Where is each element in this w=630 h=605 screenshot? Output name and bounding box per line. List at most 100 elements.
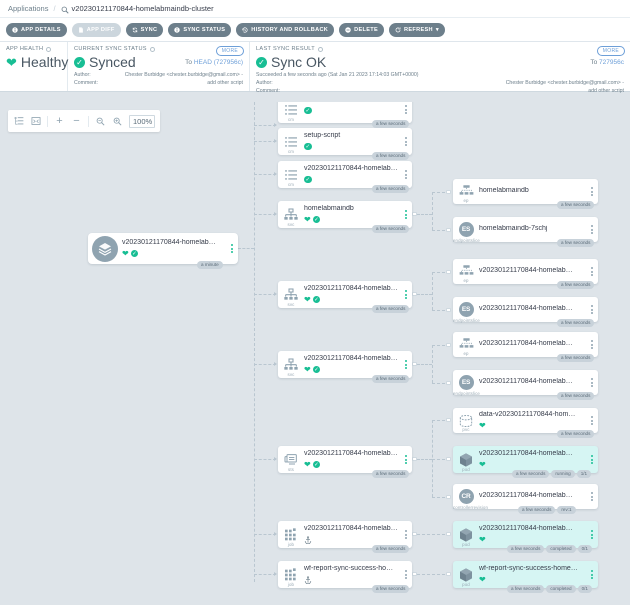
node-menu-button[interactable] bbox=[400, 105, 412, 114]
tree-node-application-root[interactable]: v20230121170844-homelab… ❤ ✓ bbox=[88, 233, 238, 264]
node-menu-button[interactable] bbox=[586, 492, 598, 501]
node-menu-button[interactable] bbox=[586, 340, 598, 349]
tree-node-cm1[interactable]: cm setup-script ✓ bbox=[278, 128, 412, 155]
edge-collapse-stub[interactable] bbox=[446, 457, 451, 461]
edge-collapse-stub[interactable] bbox=[446, 228, 451, 232]
check-circle-icon: ✓ bbox=[304, 175, 312, 184]
node-menu-button[interactable] bbox=[586, 455, 598, 464]
node-menu-button[interactable] bbox=[586, 305, 598, 314]
delete-label: DELETE bbox=[354, 26, 379, 33]
resource-tree-canvas[interactable]: + − 100% v20230121170844-homelab… ❤ ✓ a … bbox=[0, 102, 630, 605]
node-title: wf-report-sync-success-home… bbox=[304, 564, 398, 572]
edge-collapse-stub[interactable] bbox=[446, 418, 451, 422]
last-sync-more-button[interactable]: MORE bbox=[596, 46, 625, 56]
node-title: homelabmaindb-7schj bbox=[479, 225, 548, 233]
node-icon-wrap: ep bbox=[453, 179, 479, 204]
node-badges: a few seconds bbox=[557, 239, 595, 247]
node-menu-button[interactable] bbox=[586, 570, 598, 579]
node-icon-wrap: cm bbox=[278, 102, 304, 123]
edge-branch bbox=[432, 272, 433, 310]
node-menu-button[interactable] bbox=[586, 267, 598, 276]
node-menu-button[interactable] bbox=[586, 530, 598, 539]
magnifier-icon bbox=[61, 6, 69, 14]
edge-collapse-stub[interactable] bbox=[412, 362, 417, 366]
node-icon-wrap: ES endpointslice bbox=[453, 370, 480, 396]
node-menu-button[interactable] bbox=[226, 244, 238, 253]
sync-icon bbox=[132, 27, 138, 33]
refresh-icon bbox=[395, 26, 401, 33]
history-and-rollback-button[interactable]: HISTORY AND ROLLBACK bbox=[236, 22, 335, 37]
info-icon[interactable] bbox=[149, 46, 155, 52]
node-menu-button[interactable] bbox=[400, 290, 412, 299]
edge-collapse-stub[interactable] bbox=[446, 343, 451, 347]
tree-layout-icon[interactable] bbox=[13, 116, 24, 127]
tree-node-sts0[interactable]: sts v20230121170844-homelab… ❤ ✓ bbox=[278, 446, 412, 473]
tree-node-pod0[interactable]: pod v20230121170844-homelab… ❤ bbox=[453, 446, 598, 473]
edge-collapse-stub[interactable] bbox=[446, 190, 451, 194]
info-icon[interactable] bbox=[318, 46, 323, 52]
node-kind-label: sts bbox=[288, 467, 294, 472]
zoom-in-icon[interactable] bbox=[112, 116, 123, 127]
current-sync-revision-link[interactable]: HEAD (727956c) bbox=[194, 59, 243, 66]
app-diff-label: APP DIFF bbox=[86, 26, 115, 33]
delete-button[interactable]: DELETE bbox=[339, 22, 385, 37]
tree-node-pod1[interactable]: pod v20230121170844-homelab… ❤ bbox=[453, 521, 598, 548]
node-menu-button[interactable] bbox=[586, 378, 598, 387]
app-details-button[interactable]: APP DETAILS bbox=[6, 22, 67, 37]
node-menu-button[interactable] bbox=[400, 137, 412, 146]
tree-node-svc0[interactable]: svc homelabmaindb ❤ ✓ bbox=[278, 201, 412, 228]
zoom-out-icon[interactable] bbox=[95, 116, 106, 127]
edge-collapse-stub[interactable] bbox=[446, 270, 451, 274]
refresh-button[interactable]: REFRESH ▾ bbox=[389, 22, 445, 37]
app-health-value: Healthy bbox=[20, 54, 69, 70]
heart-icon: ❤ bbox=[6, 54, 17, 70]
edge-collapse-stub[interactable] bbox=[446, 308, 451, 312]
edge-collapse-stub[interactable] bbox=[446, 572, 451, 576]
endpointslice-icon: ES bbox=[458, 375, 474, 390]
tree-node-job0[interactable]: job v20230121170844-homelab… bbox=[278, 521, 412, 548]
node-menu-button[interactable] bbox=[400, 360, 412, 369]
node-kind-label: pod bbox=[462, 467, 470, 472]
edge-collapse-stub[interactable] bbox=[412, 212, 417, 216]
node-menu-button[interactable] bbox=[400, 170, 412, 179]
node-menu-button[interactable] bbox=[400, 455, 412, 464]
edge-collapse-stub[interactable] bbox=[412, 457, 417, 461]
node-phase-badge: running bbox=[551, 470, 575, 478]
info-icon[interactable] bbox=[46, 46, 52, 52]
last-sync-revision: To 727956c bbox=[590, 59, 624, 66]
fit-to-screen-icon[interactable] bbox=[30, 116, 41, 127]
node-menu-button[interactable] bbox=[400, 530, 412, 539]
node-menu-button[interactable] bbox=[586, 225, 598, 234]
zoom-level-input[interactable]: 100% bbox=[129, 114, 155, 128]
edge-collapse-stub[interactable] bbox=[446, 532, 451, 536]
history-and-rollback-label: HISTORY AND ROLLBACK bbox=[251, 26, 329, 33]
history-icon bbox=[242, 26, 248, 33]
last-sync-revision-link[interactable]: 727956c bbox=[599, 59, 624, 66]
node-badges: a minute bbox=[197, 261, 223, 269]
breadcrumb-applications-link[interactable]: Applications bbox=[8, 4, 48, 13]
node-menu-button[interactable] bbox=[400, 210, 412, 219]
node-menu-button[interactable] bbox=[586, 416, 598, 425]
edge-collapse-stub[interactable] bbox=[412, 572, 417, 576]
edge-collapse-stub[interactable] bbox=[412, 292, 417, 296]
tree-node-pod2[interactable]: pod wf-report-sync-success-home… ❤ bbox=[453, 561, 598, 588]
sync-status-button[interactable]: SYNC STATUS bbox=[168, 22, 232, 37]
tree-node-svc2[interactable]: svc v20230121170844-homelab… ❤ ✓ bbox=[278, 351, 412, 378]
node-title: v20230121170844-homelab… bbox=[304, 284, 398, 292]
app-diff-button[interactable]: APP DIFF bbox=[71, 22, 121, 37]
anchor-icon bbox=[304, 576, 312, 584]
node-badges: a few seconds bbox=[372, 120, 410, 128]
current-sync-more-button[interactable]: MORE bbox=[215, 46, 244, 56]
node-menu-button[interactable] bbox=[586, 187, 598, 196]
tree-node-cm2[interactable]: cm v20230121170844-homelab… ✓ bbox=[278, 161, 412, 188]
tree-node-svc1[interactable]: svc v20230121170844-homelab… ❤ ✓ bbox=[278, 281, 412, 308]
edge-collapse-stub[interactable] bbox=[446, 495, 451, 499]
sync-button[interactable]: SYNC bbox=[125, 22, 164, 37]
node-menu-button[interactable] bbox=[400, 570, 412, 579]
zoom-in-plus-button[interactable]: + bbox=[54, 115, 65, 127]
edge-collapse-stub[interactable] bbox=[446, 381, 451, 385]
tree-node-job1[interactable]: job wf-report-sync-success-home… bbox=[278, 561, 412, 588]
sync-status-label: SYNC STATUS bbox=[183, 26, 226, 33]
zoom-out-minus-button[interactable]: − bbox=[71, 115, 82, 127]
edge-collapse-stub[interactable] bbox=[412, 532, 417, 536]
